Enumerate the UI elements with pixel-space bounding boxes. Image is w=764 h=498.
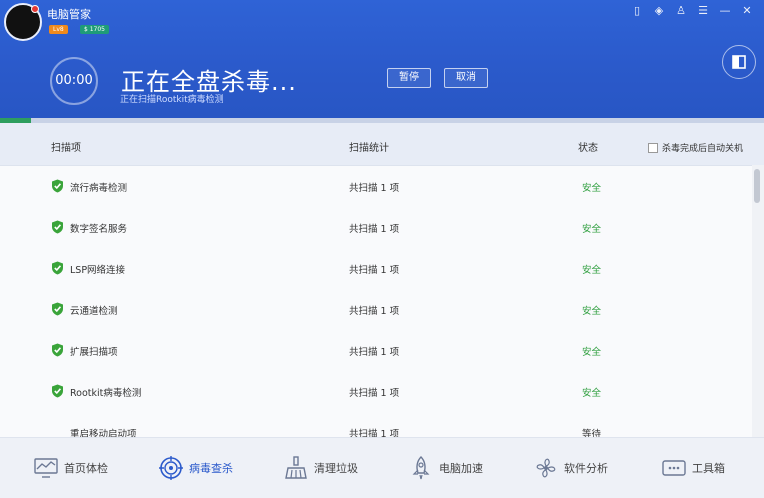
- app-title: 电脑管家: [47, 8, 91, 21]
- nav-pc-speedup-label: 电脑加速: [439, 462, 483, 475]
- close-icon[interactable]: ✕: [740, 4, 754, 18]
- scan-item-stat: 共扫描 1 项: [349, 224, 400, 235]
- minimize-icon[interactable]: —: [718, 4, 732, 18]
- scan-item-name: LSP网络连接: [70, 265, 126, 276]
- nav-clean-junk-label: 清理垃圾: [314, 462, 358, 475]
- rocket-icon: [409, 456, 433, 480]
- shield-check-icon: [52, 343, 63, 357]
- scan-item-stat: 共扫描 1 项: [349, 306, 400, 317]
- shirt-icon[interactable]: ♙: [674, 4, 688, 18]
- shield-check-icon: [52, 261, 63, 275]
- table-row[interactable]: 流行病毒检测 共扫描 1 项 安全: [0, 166, 752, 208]
- scrollbar-thumb[interactable]: [754, 169, 760, 203]
- scan-item-name: Rootkit病毒检测: [70, 388, 142, 399]
- shield-check-icon: [52, 220, 63, 234]
- column-status: 状态: [578, 143, 598, 154]
- header: 电脑管家 Lv8 $ 1705 ▯ ◈ ♙ ☰ — ✕ 00:00 正在全盘杀毒…: [0, 0, 764, 118]
- table-row[interactable]: 扩展扫描项 共扫描 1 项 安全: [0, 330, 752, 372]
- auto-shutdown-option[interactable]: 杀毒完成后自动关机: [648, 141, 743, 154]
- scan-item-state: 安全: [582, 265, 602, 276]
- scan-item-name: 数字签名服务: [70, 224, 128, 235]
- shield-check-icon: [52, 302, 63, 316]
- scan-subtitle: 正在扫描Rootkit病毒检测: [120, 95, 224, 105]
- column-scan-item: 扫描项: [51, 143, 81, 154]
- shield-settings-icon[interactable]: ◈: [652, 4, 666, 18]
- table-row[interactable]: 重启移动启动项 共扫描 1 项 等待: [0, 412, 752, 437]
- scan-item-state: 安全: [582, 306, 602, 317]
- scan-item-state: 安全: [582, 347, 602, 358]
- auto-shutdown-label: 杀毒完成后自动关机: [662, 144, 744, 154]
- nav-home-checkup[interactable]: 首页体检: [34, 438, 108, 498]
- scan-timer: 00:00: [50, 57, 98, 105]
- toolbox-icon: [662, 456, 686, 480]
- table-row[interactable]: LSP网络连接 共扫描 1 项 安全: [0, 248, 752, 290]
- scan-item-name: 流行病毒检测: [70, 183, 128, 194]
- coin-badge[interactable]: $ 1705: [80, 25, 109, 34]
- exit-icon: [732, 55, 746, 69]
- table-row[interactable]: Rootkit病毒检测 共扫描 1 项 安全: [0, 371, 752, 413]
- scan-item-state: 安全: [582, 183, 602, 194]
- shield-check-icon: [52, 179, 63, 193]
- nav-virus-scan-label: 病毒查杀: [189, 462, 233, 475]
- notification-dot: [31, 5, 39, 13]
- scan-item-state: 安全: [582, 388, 602, 399]
- bottom-nav: 首页体检 病毒查杀 清理垃圾 电脑加速 软件分析 工具箱: [0, 437, 764, 498]
- scan-item-list: 流行病毒检测 共扫描 1 项 安全 数字签名服务 共扫描 1 项 安全 LSP网…: [0, 166, 752, 437]
- scan-item-stat: 共扫描 1 项: [349, 347, 400, 358]
- nav-clean-junk[interactable]: 清理垃圾: [284, 438, 358, 498]
- broom-icon: [284, 456, 308, 480]
- window-controls: ▯ ◈ ♙ ☰ — ✕: [630, 4, 754, 18]
- nav-pc-speedup[interactable]: 电脑加速: [409, 438, 483, 498]
- pause-button[interactable]: 暂停: [387, 68, 431, 88]
- scan-item-state: 安全: [582, 224, 602, 235]
- scrollbar[interactable]: [752, 165, 764, 437]
- monitor-chart-icon: [34, 456, 58, 480]
- nav-toolbox-label: 工具箱: [692, 462, 725, 475]
- auto-shutdown-checkbox[interactable]: [648, 142, 658, 153]
- table-row[interactable]: 云通道检测 共扫描 1 项 安全: [0, 289, 752, 331]
- nav-home-checkup-label: 首页体检: [64, 462, 108, 475]
- shield-check-icon: [52, 384, 63, 398]
- column-scan-stats: 扫描统计: [349, 143, 389, 154]
- nav-software-analysis[interactable]: 软件分析: [534, 438, 608, 498]
- scan-item-stat: 共扫描 1 项: [349, 183, 400, 194]
- scan-item-state: 等待: [582, 429, 602, 437]
- level-badge[interactable]: Lv8: [49, 25, 68, 34]
- scan-item-name: 扩展扫描项: [70, 347, 118, 358]
- scan-item-stat: 共扫描 1 项: [349, 429, 400, 437]
- scan-item-name: 云通道检测: [70, 306, 118, 317]
- table-row[interactable]: 数字签名服务 共扫描 1 项 安全: [0, 207, 752, 249]
- nav-virus-scan[interactable]: 病毒查杀: [159, 438, 233, 498]
- scan-item-stat: 共扫描 1 项: [349, 388, 400, 399]
- exit-mode-button[interactable]: [722, 45, 756, 79]
- target-scan-icon: [159, 456, 183, 480]
- nav-software-analysis-label: 软件分析: [564, 462, 608, 475]
- phone-icon[interactable]: ▯: [630, 4, 644, 18]
- fan-icon: [534, 456, 558, 480]
- scan-item-stat: 共扫描 1 项: [349, 265, 400, 276]
- table-header: 扫描项 扫描统计 状态 杀毒完成后自动关机: [0, 123, 764, 166]
- menu-icon[interactable]: ☰: [696, 4, 710, 18]
- cancel-button[interactable]: 取消: [444, 68, 488, 88]
- scan-item-name: 重启移动启动项: [70, 429, 137, 437]
- nav-toolbox[interactable]: 工具箱: [662, 438, 725, 498]
